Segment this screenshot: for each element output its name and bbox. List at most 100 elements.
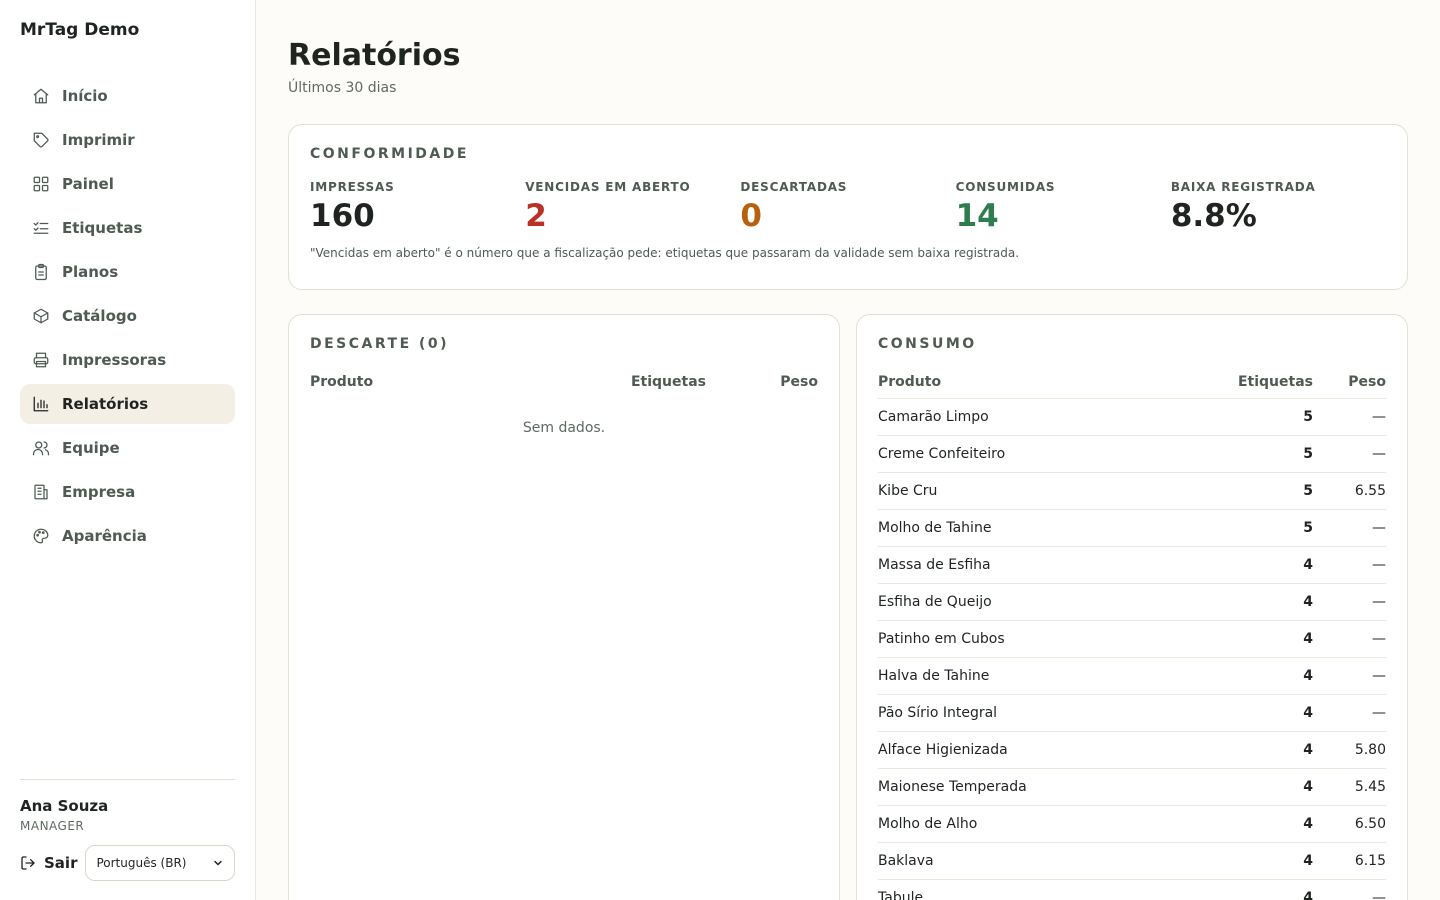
sidebar-item-imprimir[interactable]: Imprimir bbox=[20, 120, 235, 160]
empty-state: Sem dados. bbox=[522, 420, 606, 436]
header-etiquetas: Etiquetas bbox=[630, 374, 706, 390]
cell-peso: — bbox=[1313, 693, 1386, 731]
stats-row: IMPRESSAS 160 VENCIDAS EM ABERTO 2 DESCARTAD… bbox=[310, 180, 1386, 234]
home-icon bbox=[32, 87, 50, 105]
header-peso: Peso bbox=[1348, 373, 1386, 390]
user-name: Ana Souza bbox=[20, 797, 109, 815]
user-actions: Sair Português (BR) bbox=[20, 845, 235, 881]
brand-name: MrTag Demo bbox=[20, 20, 140, 40]
page-subtitle: Últimos 30 dias bbox=[288, 80, 397, 96]
cell-produto: Molho de Alho bbox=[878, 804, 1193, 842]
sidebar-item-equipe[interactable]: Equipe bbox=[20, 428, 235, 468]
cell-produto: Camarão Limpo bbox=[878, 397, 1193, 435]
stat-impressas: IMPRESSAS 160 bbox=[310, 180, 525, 234]
language-value: Português (BR) bbox=[96, 856, 187, 870]
table-row: Alface Higienizada 4 5.80 bbox=[878, 730, 1386, 768]
stat-label: IMPRESSAS bbox=[310, 180, 395, 194]
cell-peso: — bbox=[1313, 434, 1386, 472]
sidebar-item-painel[interactable]: Painel bbox=[20, 164, 235, 204]
cell-etiquetas: 5 bbox=[1193, 434, 1313, 472]
stat-vencidas-em-aberto: VENCIDAS EM ABERTO 2 bbox=[525, 180, 740, 234]
cell-produto: Pão Sírio Integral bbox=[878, 693, 1193, 731]
cell-produto: Halva de Tahine bbox=[878, 656, 1193, 694]
users-icon bbox=[32, 439, 50, 457]
cell-produto: Alface Higienizada bbox=[878, 730, 1193, 768]
table-row: Maionese Temperada 4 5.45 bbox=[878, 767, 1386, 805]
cell-etiquetas: 4 bbox=[1193, 619, 1313, 657]
header-produto: Produto bbox=[878, 373, 942, 390]
user-block: Ana Souza MANAGER Sair Português (BR) bbox=[20, 779, 235, 881]
table-row: Baklava 4 6.15 bbox=[878, 841, 1386, 879]
table-row: Molho de Tahine 5— bbox=[878, 508, 1386, 546]
sidebar-item-label: Painel bbox=[62, 175, 114, 193]
table-row: Creme Confeiteiro 5— bbox=[878, 434, 1386, 472]
cell-peso: 6.55 bbox=[1313, 471, 1386, 509]
consumo-card: CONSUMO Produto Etiquetas Peso Camarão L… bbox=[856, 314, 1408, 900]
stat-label: BAIXA REGISTRADA bbox=[1170, 180, 1316, 194]
sidebar-item-aparencia[interactable]: Aparência bbox=[20, 516, 235, 556]
cell-produto: Baklava bbox=[878, 841, 1193, 879]
sidebar-item-relatorios[interactable]: Relatórios bbox=[20, 384, 235, 424]
conformidade-note: "Vencidas em aberto" é o número que a fi… bbox=[310, 246, 1020, 260]
table-row: Pão Sírio Integral 4— bbox=[878, 693, 1386, 731]
clipboard-icon bbox=[32, 263, 50, 281]
language-select[interactable]: Português (BR) bbox=[85, 845, 235, 881]
cell-produto: Kibe Cru bbox=[878, 471, 1193, 509]
stat-consumidas: CONSUMIDAS 14 bbox=[956, 180, 1171, 234]
cell-etiquetas: 4 bbox=[1193, 693, 1313, 731]
stat-value: 0 bbox=[740, 198, 762, 234]
stat-value: 8.8% bbox=[1170, 198, 1257, 234]
cell-etiquetas: 4 bbox=[1193, 767, 1313, 805]
sidebar-item-label: Imprimir bbox=[62, 131, 135, 149]
sidebar-item-label: Equipe bbox=[62, 439, 120, 457]
cell-peso: 6.15 bbox=[1313, 841, 1386, 879]
stat-baixa-registrada: BAIXA REGISTRADA 8.8% bbox=[1171, 180, 1386, 234]
user-role: MANAGER bbox=[20, 819, 85, 833]
cell-peso: — bbox=[1313, 878, 1386, 900]
cell-peso: — bbox=[1313, 656, 1386, 694]
sidebar-item-planos[interactable]: Planos bbox=[20, 252, 235, 292]
cell-produto: Patinho em Cubos bbox=[878, 619, 1193, 657]
sidebar-item-impressoras[interactable]: Impressoras bbox=[20, 340, 235, 380]
cell-etiquetas: 4 bbox=[1193, 730, 1313, 768]
stat-label: VENCIDAS EM ABERTO bbox=[525, 180, 691, 194]
sidebar-item-label: Relatórios bbox=[62, 395, 149, 413]
cell-etiquetas: 5 bbox=[1193, 471, 1313, 509]
cell-peso: — bbox=[1313, 582, 1386, 620]
cell-produto: Molho de Tahine bbox=[878, 508, 1193, 546]
stat-value: 2 bbox=[525, 198, 547, 234]
table-header-row: Produto Etiquetas Peso bbox=[310, 366, 818, 398]
sidebar-item-label: Planos bbox=[62, 263, 119, 281]
stat-label: DESCARTADAS bbox=[740, 180, 848, 194]
consumo-table: Produto Etiquetas Peso Camarão Limpo 5— Cr… bbox=[878, 366, 1386, 900]
conformidade-title: CONFORMIDADE bbox=[310, 146, 469, 162]
cell-etiquetas: 4 bbox=[1193, 582, 1313, 620]
sidebar-item-catalogo[interactable]: Catálogo bbox=[20, 296, 235, 336]
sidebar-item-label: Impressoras bbox=[62, 351, 167, 369]
table-row: Molho de Alho 4 6.50 bbox=[878, 804, 1386, 842]
cell-peso: 5.45 bbox=[1313, 767, 1386, 805]
sidebar-item-empresa[interactable]: Empresa bbox=[20, 472, 235, 512]
stat-value: 160 bbox=[310, 198, 375, 234]
table-row: Massa de Esfiha 4— bbox=[878, 545, 1386, 583]
logout-button[interactable]: Sair bbox=[20, 854, 77, 872]
cell-peso: — bbox=[1313, 508, 1386, 546]
palette-icon bbox=[32, 527, 50, 545]
sidebar-item-label: Aparência bbox=[62, 527, 147, 545]
cell-etiquetas: 5 bbox=[1193, 508, 1313, 546]
cell-etiquetas: 4 bbox=[1193, 804, 1313, 842]
table-row: Halva de Tahine 4— bbox=[878, 656, 1386, 694]
grid-icon bbox=[32, 175, 50, 193]
sidebar-item-inicio[interactable]: Início bbox=[20, 76, 235, 116]
printer-icon bbox=[32, 351, 50, 369]
descarte-table: Produto Etiquetas Peso bbox=[310, 366, 818, 398]
table-row: Camarão Limpo 5— bbox=[878, 397, 1386, 435]
logout-label: Sair bbox=[44, 854, 78, 872]
sidebar-item-etiquetas[interactable]: Etiquetas bbox=[20, 208, 235, 248]
cell-etiquetas: 4 bbox=[1193, 841, 1313, 879]
table-header-row: Produto Etiquetas Peso bbox=[878, 366, 1386, 398]
consumo-title: CONSUMO bbox=[878, 336, 977, 352]
table-row: Tabule 4— bbox=[878, 878, 1386, 900]
cell-peso: — bbox=[1313, 545, 1386, 583]
stat-label: CONSUMIDAS bbox=[955, 180, 1056, 194]
